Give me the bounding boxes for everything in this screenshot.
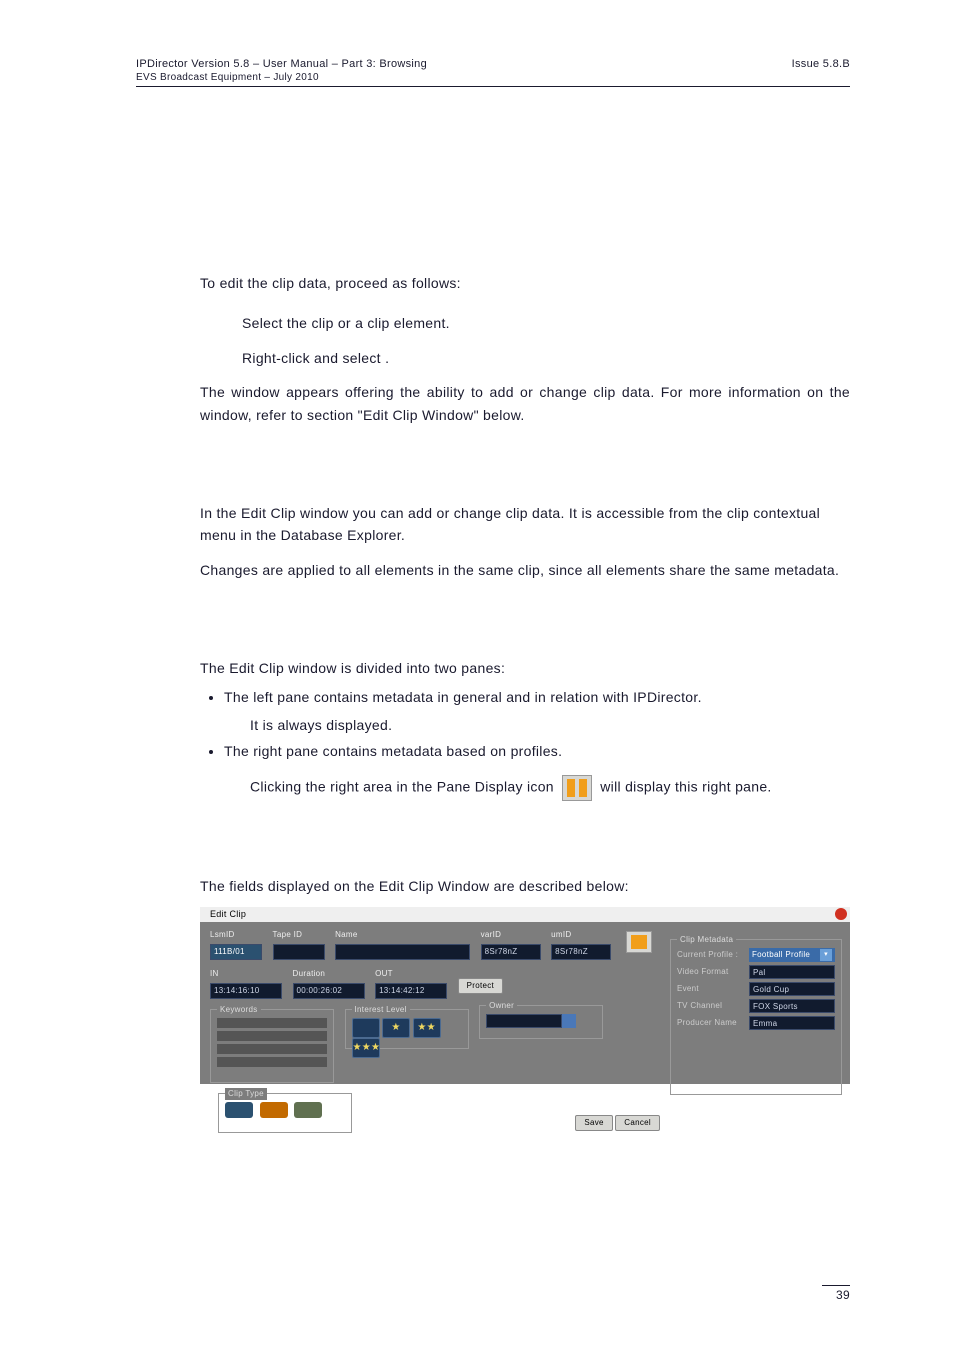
header-left: IPDirector Version 5.8 – User Manual – P… [136,58,427,84]
right-pane: Clip Metadata Current Profile : Football… [670,929,840,1095]
chevron-down-icon[interactable] [562,1014,576,1028]
chevron-down-icon[interactable]: ▾ [820,949,832,961]
in-field: IN 13:14:16:10 [210,968,282,999]
owner-select[interactable] [486,1014,562,1028]
umid-field: umID 8Sr78nZ [551,929,611,960]
star-3-button[interactable]: ★★★ [352,1038,380,1058]
profile-row: Current Profile : Football Profile▾ [677,948,835,962]
cancel-button[interactable]: Cancel [615,1115,660,1131]
pane-display-icon [562,775,592,801]
interest-level-group: Interest Level ★ ★★ ★★★ [345,1009,469,1049]
clip-type-tag[interactable] [294,1102,322,1118]
save-cancel-row: Save Cancel [575,1115,660,1131]
owner-group: Owner [479,1005,603,1039]
clip-type-tag[interactable] [225,1102,253,1118]
clip-metadata-group: Clip Metadata Current Profile : Football… [670,939,842,1095]
window-appear-text: The window appears offering the ability … [200,381,850,426]
edit-clip-window: Edit Clip LsmID 111B/01 Tape ID Name [200,907,850,1084]
umid-input[interactable]: 8Sr78nZ [551,944,611,960]
star-none-button[interactable] [352,1018,380,1038]
changes-applied-text: Changes are applied to all elements in t… [200,559,850,581]
metadata-row: Event Gold Cup [677,982,835,996]
pane-toggle[interactable] [622,931,656,953]
edit-clip-intro: In the Edit Clip window you can add or c… [200,502,850,547]
protect-button[interactable]: Protect [458,978,503,994]
profile-select[interactable]: Football Profile▾ [749,948,835,962]
in-input[interactable]: 13:14:16:10 [210,983,282,999]
star-1-button[interactable]: ★ [382,1018,410,1038]
name-input[interactable] [335,944,470,960]
out-field: OUT 13:14:42:12 [375,968,447,999]
pane-bullet-left: The left pane contains metadata in gener… [224,686,850,737]
metadata-row: Producer Name Emma [677,1016,835,1030]
metadata-value-input[interactable]: Emma [749,1016,835,1030]
page-header: IPDirector Version 5.8 – User Manual – P… [136,58,850,87]
pane-bullet-right: The right pane contains metadata based o… [224,740,850,800]
step-2: Right-click and select . [242,347,850,369]
keyword-input[interactable] [217,1018,327,1028]
metadata-value-input[interactable]: Gold Cup [749,982,835,996]
intro-text: To edit the clip data, proceed as follow… [200,272,850,294]
protect-field: Protect [458,968,506,994]
pane-bullet-right-sub: Clicking the right area in the Pane Disp… [250,775,850,801]
varid-input[interactable]: 8Sr78nZ [481,944,541,960]
tapeid-input[interactable] [273,944,325,960]
header-subtitle: EVS Broadcast Equipment – July 2010 [136,72,427,85]
metadata-row: TV Channel FOX Sports [677,999,835,1013]
panes-intro: The Edit Clip window is divided into two… [200,657,850,679]
metadata-value-input[interactable]: Pal [749,965,835,979]
duration-input[interactable]: 00:00:26:02 [293,983,365,999]
metadata-value-input[interactable]: FOX Sports [749,999,835,1013]
header-issue: Issue 5.8.B [792,58,850,84]
pane-display-icon[interactable] [626,931,652,953]
keywords-group: Keywords [210,1009,334,1083]
clip-type-group: Clip Type [218,1093,352,1133]
pane-bullet-left-sub: It is always displayed. [250,714,850,736]
panes-list: The left pane contains metadata in gener… [224,686,850,801]
keyword-input[interactable] [217,1057,327,1067]
close-icon[interactable] [835,908,847,920]
left-pane: LsmID 111B/01 Tape ID Name varID 8Sr78nZ… [210,929,660,1133]
step-1: Select the clip or a clip element. [242,312,850,334]
header-title: IPDirector Version 5.8 – User Manual – P… [136,58,427,72]
save-button[interactable]: Save [575,1115,612,1131]
fields-intro: The fields displayed on the Edit Clip Wi… [200,875,850,897]
metadata-row: Video Format Pal [677,965,835,979]
keyword-input[interactable] [217,1031,327,1041]
clip-type-tag[interactable] [260,1102,288,1118]
tapeid-field: Tape ID [273,929,325,960]
page-number: 39 [822,1285,850,1302]
lsmid-input[interactable]: 111B/01 [210,944,262,960]
window-title: Edit Clip [210,909,246,919]
window-title-bar: Edit Clip [200,907,850,922]
varid-field: varID 8Sr78nZ [481,929,541,960]
page-body: To edit the clip data, proceed as follow… [200,272,850,1084]
out-input[interactable]: 13:14:42:12 [375,983,447,999]
keyword-input[interactable] [217,1044,327,1054]
lsmid-field: LsmID 111B/01 [210,929,262,960]
name-field: Name [335,929,470,960]
duration-field: Duration 00:00:26:02 [293,968,365,999]
star-2-button[interactable]: ★★ [413,1018,441,1038]
